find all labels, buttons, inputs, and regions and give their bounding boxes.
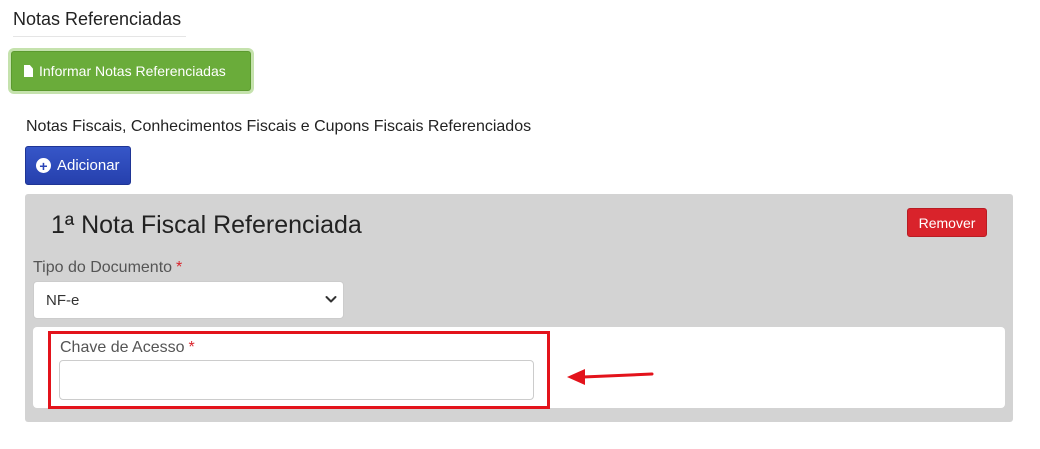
chave-acesso-input[interactable]	[59, 360, 534, 400]
tipo-documento-label-text: Tipo do Documento	[33, 259, 173, 276]
required-mark: *	[176, 259, 183, 276]
page: Notas Referenciadas Informar Notas Refer…	[0, 0, 1040, 449]
tipo-documento-selected: NF-e	[46, 291, 80, 309]
document-icon	[24, 65, 33, 77]
chave-acesso-label-text: Chave de Acesso	[60, 339, 185, 356]
informar-notas-label: Informar Notas Referenciadas	[39, 63, 226, 79]
tipo-documento-label: Tipo do Documento *	[33, 259, 182, 277]
panel-title: 1ª Nota Fiscal Referenciada	[51, 211, 362, 239]
adicionar-button[interactable]: + Adicionar	[25, 146, 131, 185]
tipo-documento-select[interactable]: NF-e	[33, 281, 344, 319]
informar-notas-button[interactable]: Informar Notas Referenciadas	[11, 51, 251, 91]
referenced-docs-subtitle: Notas Fiscais, Conhecimentos Fiscais e C…	[26, 118, 532, 135]
adicionar-label: Adicionar	[57, 157, 120, 174]
required-mark: *	[188, 339, 195, 356]
plus-circle-icon: +	[36, 158, 51, 173]
chave-acesso-label: Chave de Acesso *	[60, 339, 195, 357]
chevron-down-icon	[325, 296, 337, 303]
arrow-left-icon	[567, 369, 654, 385]
remover-button[interactable]: Remover	[907, 208, 987, 237]
section-title: Notas Referenciadas	[13, 9, 186, 37]
nota-referenciada-panel: 1ª Nota Fiscal Referenciada Remover Tipo…	[25, 194, 1013, 422]
chave-acesso-card: Chave de Acesso *	[33, 327, 1005, 408]
